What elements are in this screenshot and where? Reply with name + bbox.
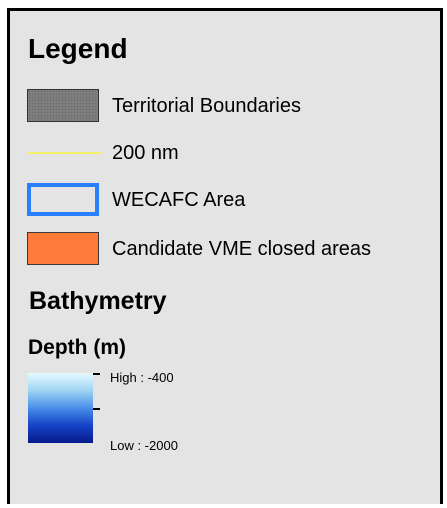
depth-low-label: Low : -2000 xyxy=(110,438,178,453)
legend-item-label: Territorial Boundaries xyxy=(112,95,301,117)
depth-high-label: High : -400 xyxy=(110,370,174,385)
ramp-tick-mid xyxy=(93,408,100,410)
legend-item-wecafc-area: WECAFC Area xyxy=(10,182,440,222)
legend-title: Legend xyxy=(28,33,128,64)
wecafc-area-swatch-icon xyxy=(27,183,99,216)
legend-item-label: Candidate VME closed areas xyxy=(112,238,372,260)
legend-item-candidate-vme: Candidate VME closed areas xyxy=(10,232,440,272)
depth-title: Depth (m) xyxy=(28,336,126,359)
depth-color-ramp xyxy=(28,373,93,443)
200nm-line-swatch-icon xyxy=(27,152,101,154)
ramp-tick-high xyxy=(93,373,100,375)
candidate-vme-swatch-icon xyxy=(27,232,99,265)
bathymetry-title: Bathymetry xyxy=(29,287,167,315)
legend-item-label: 200 nm xyxy=(112,142,179,164)
map-legend-panel: Legend Territorial Boundaries 200 nm WEC… xyxy=(7,8,443,504)
legend-item-label: WECAFC Area xyxy=(112,189,246,211)
territorial-boundaries-swatch-icon xyxy=(27,89,99,122)
legend-item-200nm: 200 nm xyxy=(10,137,440,177)
legend-item-territorial-boundaries: Territorial Boundaries xyxy=(10,88,440,128)
